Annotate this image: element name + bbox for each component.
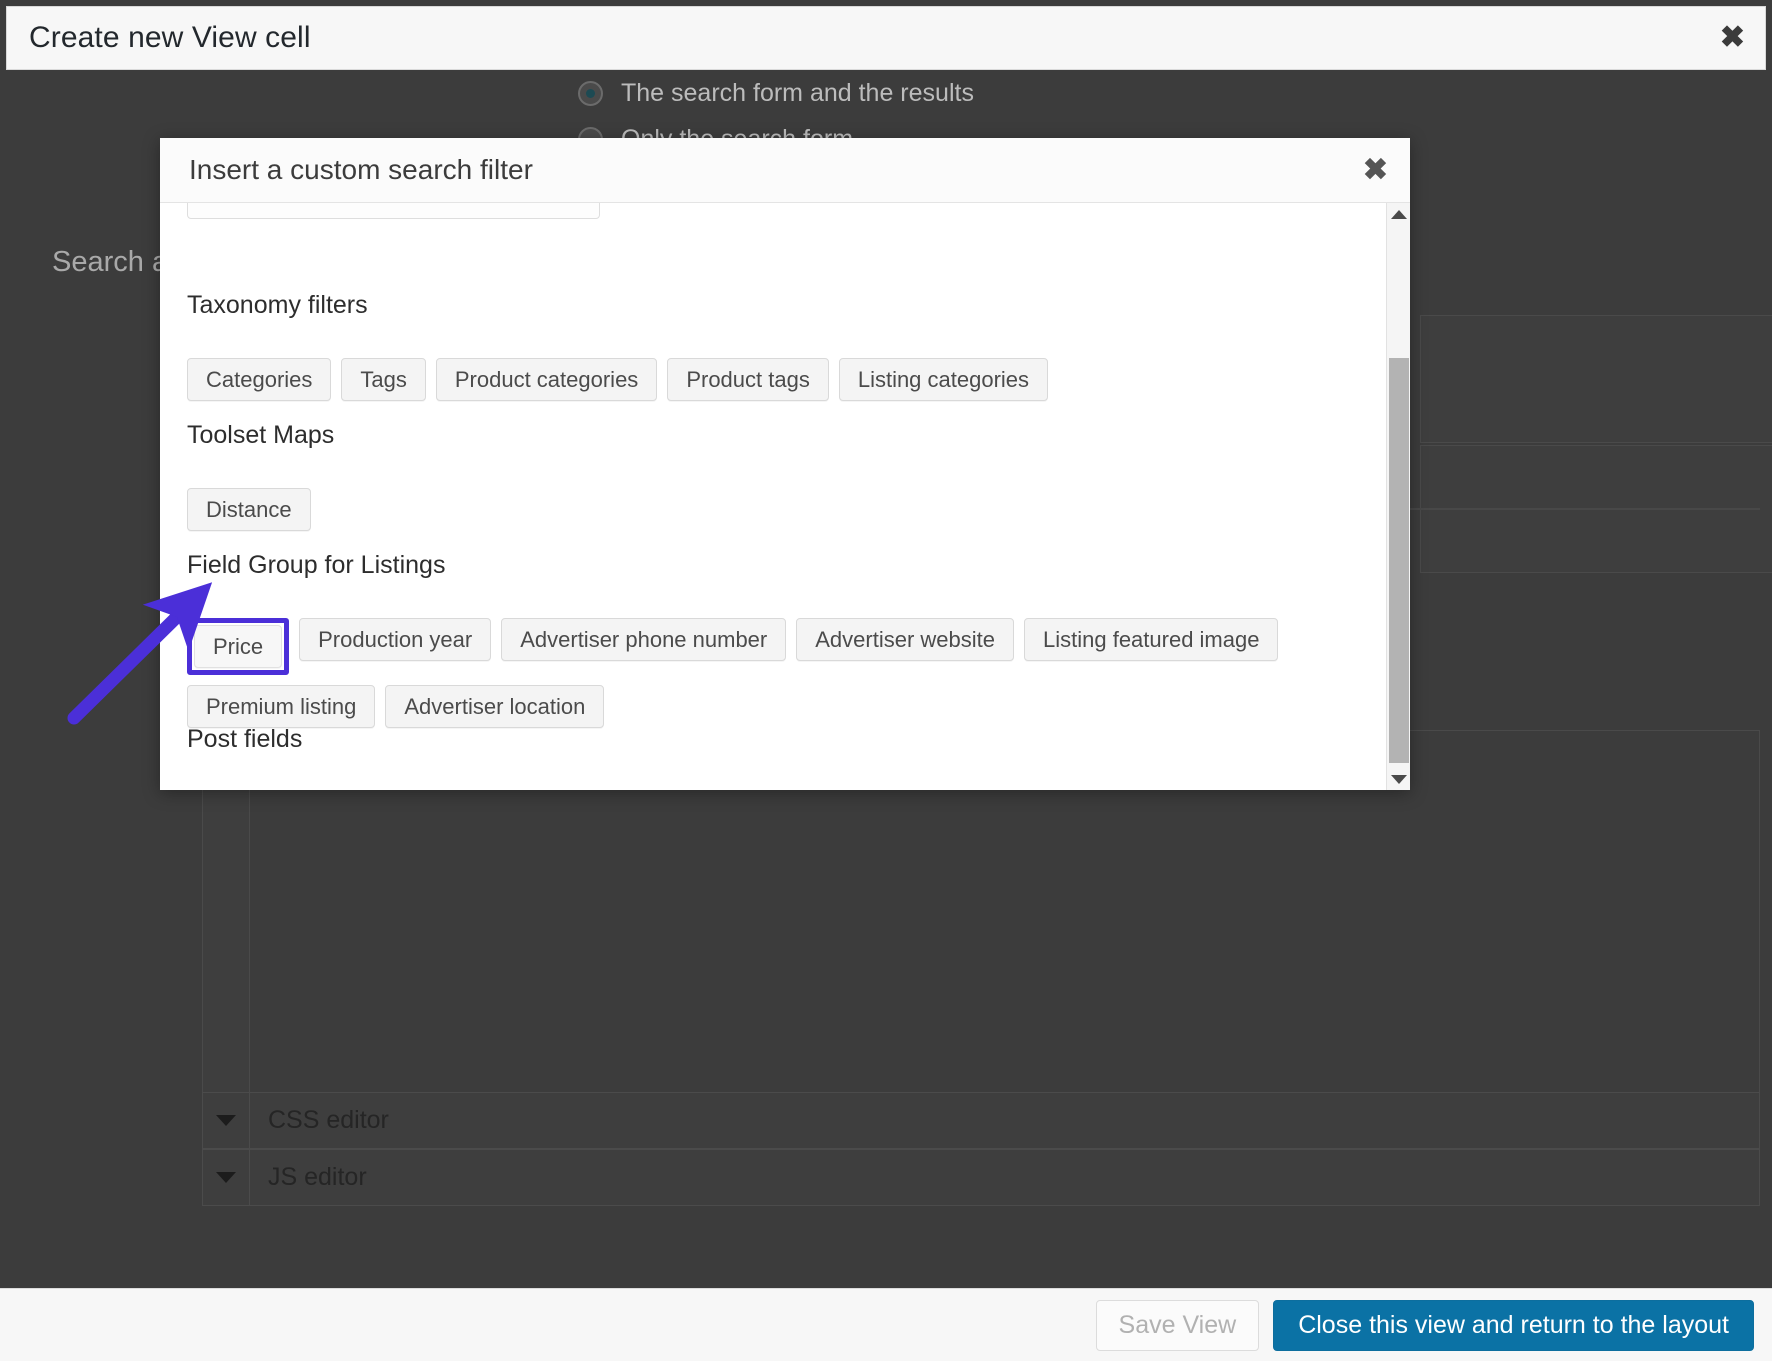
- filter-button-price[interactable]: Price: [194, 625, 282, 668]
- close-icon[interactable]: ✖: [1363, 153, 1388, 188]
- filter-button-tags[interactable]: Tags: [341, 358, 425, 401]
- accordion-label: CSS editor: [250, 1106, 389, 1135]
- inner-modal-body-wrapper: Taxonomy filters Categories Tags Product…: [160, 203, 1410, 790]
- section-field-group-for-listings: Field Group for Listings Price Productio…: [187, 551, 1337, 728]
- chevron-down-icon[interactable]: [203, 1150, 250, 1205]
- radio-button-icon[interactable]: [578, 81, 603, 106]
- close-view-return-layout-button[interactable]: Close this view and return to the layout: [1273, 1300, 1754, 1351]
- dialog-title: Insert a custom search filter: [160, 154, 533, 186]
- scrollbar-thumb[interactable]: [1389, 358, 1409, 763]
- inner-modal-header: Insert a custom search filter ✖: [160, 138, 1410, 203]
- filter-button-listing-featured-image[interactable]: Listing featured image: [1024, 618, 1278, 661]
- filter-button-product-categories[interactable]: Product categories: [436, 358, 657, 401]
- save-view-button[interactable]: Save View: [1096, 1300, 1260, 1351]
- filter-button-production-year[interactable]: Production year: [299, 618, 491, 661]
- section-post-fields: Post fields Load non-Types custom fields: [187, 725, 517, 790]
- footer-action-bar: Save View Close this view and return to …: [0, 1288, 1772, 1361]
- scroll-up-arrow-icon[interactable]: [1387, 203, 1410, 225]
- toolset-maps-buttons: Distance: [187, 488, 334, 531]
- filter-button-categories[interactable]: Categories: [187, 358, 331, 401]
- field-group-buttons: Price Production year Advertiser phone n…: [187, 618, 1337, 728]
- section-heading: Field Group for Listings: [187, 551, 1337, 580]
- filter-button-listing-categories[interactable]: Listing categories: [839, 358, 1048, 401]
- radio-label: The search form and the results: [621, 79, 974, 108]
- filter-button-advertiser-location[interactable]: Advertiser location: [385, 685, 604, 728]
- section-heading: Post fields: [187, 725, 517, 754]
- search-section-label: Search a: [52, 246, 168, 279]
- section-heading: Toolset Maps: [187, 421, 334, 450]
- filter-button-advertiser-phone-number[interactable]: Advertiser phone number: [501, 618, 786, 661]
- section-toolset-maps: Toolset Maps Distance: [187, 421, 334, 531]
- page-title: Create new View cell: [7, 21, 311, 55]
- clipped-input-above[interactable]: [187, 203, 600, 219]
- insert-custom-search-filter-dialog: Insert a custom search filter ✖ Taxonomy…: [160, 138, 1410, 790]
- accordion-js-editor[interactable]: JS editor: [202, 1149, 1760, 1206]
- close-icon[interactable]: ✖: [1720, 23, 1745, 53]
- filter-button-advertiser-website[interactable]: Advertiser website: [796, 618, 1014, 661]
- scroll-down-arrow-icon[interactable]: [1387, 768, 1410, 790]
- inner-modal-scroll-content: Taxonomy filters Categories Tags Product…: [160, 203, 1386, 790]
- screen-root: Create new View cell ✖ The search form a…: [0, 0, 1772, 1361]
- taxonomy-filter-buttons: Categories Tags Product categories Produ…: [187, 358, 1048, 401]
- filter-button-distance[interactable]: Distance: [187, 488, 311, 531]
- filter-button-premium-listing[interactable]: Premium listing: [187, 685, 375, 728]
- background-panel-box: [1420, 315, 1772, 443]
- dialog-scrollbar[interactable]: [1386, 203, 1410, 790]
- section-heading: Taxonomy filters: [187, 291, 1048, 320]
- accordion-label: JS editor: [250, 1163, 367, 1192]
- radio-option-search-form-and-results[interactable]: The search form and the results: [578, 70, 1078, 116]
- highlight-box-price: Price: [187, 618, 289, 675]
- filter-button-product-tags[interactable]: Product tags: [667, 358, 829, 401]
- outer-modal-header: Create new View cell ✖: [6, 6, 1766, 70]
- accordion-css-editor[interactable]: CSS editor: [202, 1092, 1760, 1149]
- chevron-down-icon[interactable]: [203, 1093, 250, 1148]
- section-taxonomy-filters: Taxonomy filters Categories Tags Product…: [187, 291, 1048, 401]
